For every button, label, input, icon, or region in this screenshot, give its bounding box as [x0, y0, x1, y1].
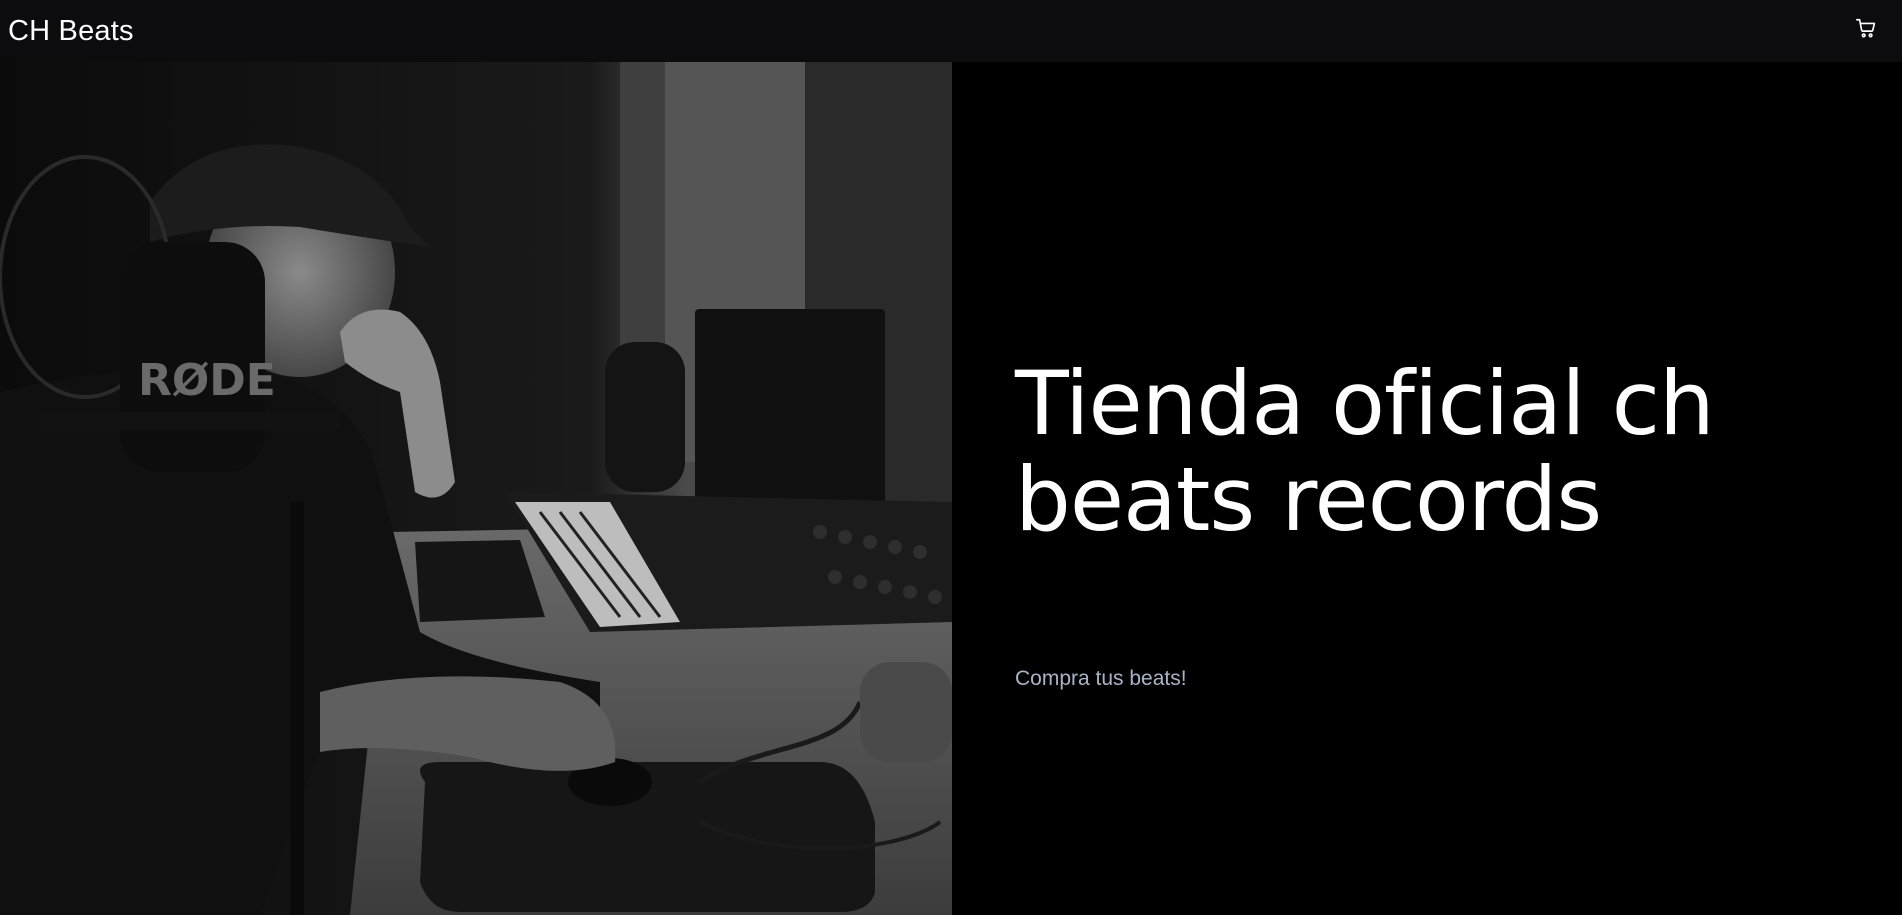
hero-text-panel: Tienda oficial ch beats records Compra t…	[952, 62, 1902, 915]
svg-text:RØDE: RØDE	[138, 355, 276, 406]
brand-logo-link[interactable]: CH Beats	[8, 15, 134, 48]
studio-photo: RØDE	[0, 62, 952, 915]
hero-title: Tienda oficial ch beats records	[1015, 352, 1715, 551]
hero-image: RØDE	[0, 62, 952, 915]
hero-section: RØDE Tienda oficial ch beats records Com…	[0, 62, 1902, 915]
hero-subtitle: Compra tus beats!	[1015, 667, 1187, 690]
cart-icon	[1856, 18, 1876, 38]
top-navbar: CH Beats	[0, 0, 1902, 62]
cart-button[interactable]	[1852, 14, 1880, 42]
